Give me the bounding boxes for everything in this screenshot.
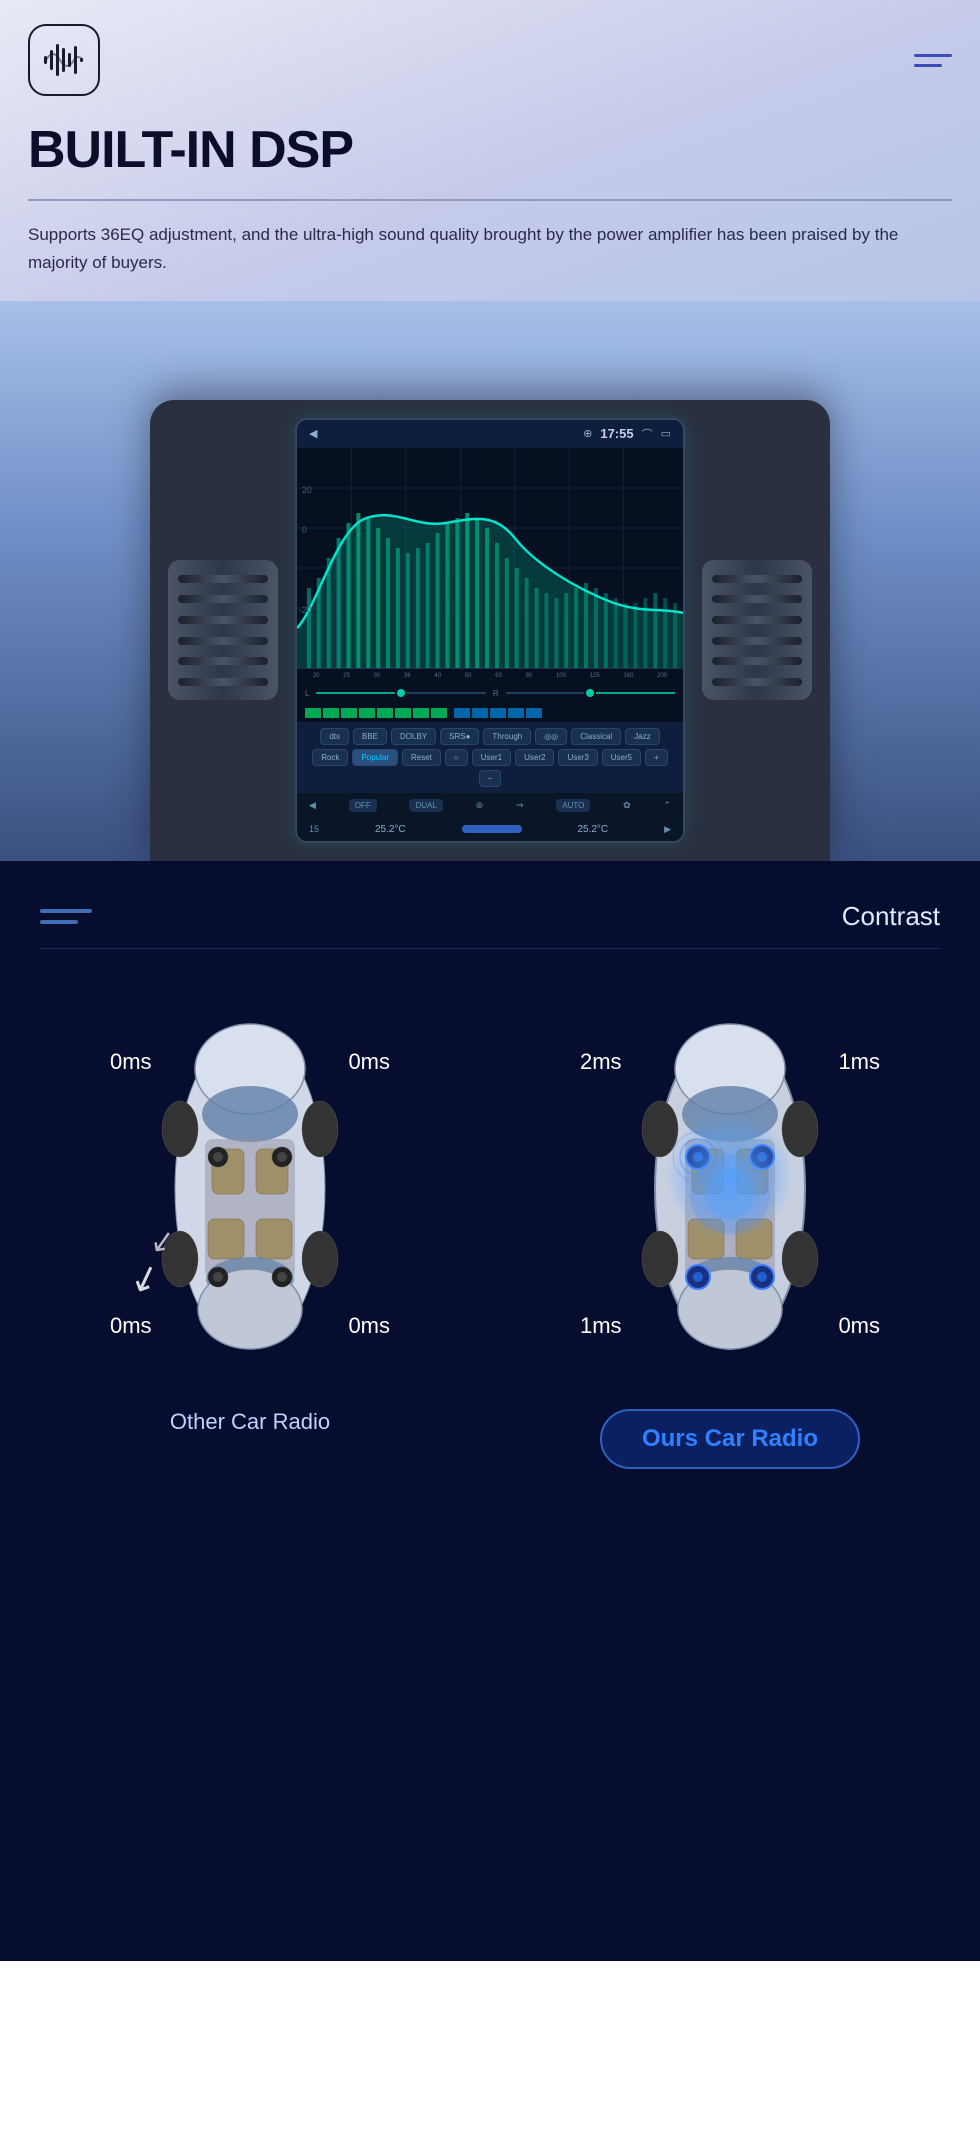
vent-slot [712, 616, 802, 624]
screen-time: 17:55 [600, 426, 633, 441]
right-vent [702, 560, 812, 700]
contrast-label: Contrast [842, 901, 940, 932]
battery-icon: ▭ [661, 427, 671, 440]
dsp-btn-classical[interactable]: Classical [571, 728, 621, 745]
dsp-btn-user3[interactable]: User3 [558, 749, 597, 766]
our-car-radio-label: Ours Car Radio [600, 1409, 860, 1469]
our-car-column: 2ms 1ms 1ms 0ms [500, 989, 960, 1469]
page-subtitle: Supports 36EQ adjustment, and the ultra-… [28, 221, 952, 277]
contrast-line-long [40, 909, 92, 913]
other-car-column: 0ms 0ms 0ms 0ms ↙ ↙ [20, 989, 480, 1435]
dsp-btn-srs[interactable]: SRS● [440, 728, 479, 745]
eq-chart: 20 0 -20 [297, 448, 683, 668]
top-section: BUILT-IN DSP Supports 36EQ adjustment, a… [0, 0, 980, 861]
hamburger-menu-button[interactable] [914, 54, 952, 67]
svg-text:-20: -20 [299, 605, 312, 615]
contrast-icon-lines [40, 909, 92, 924]
our-timing-bottom-right: 0ms [838, 1313, 880, 1339]
ac-fan-icon: ⊛ [476, 800, 484, 811]
screen-header-bar: ◀ ⊕ 17:55 ⌒ ▭ [297, 420, 683, 448]
bluetooth-icon: ⊕ [583, 427, 592, 440]
title-divider [28, 199, 952, 201]
dsp-btn-dolby[interactable]: DOLBY [391, 728, 436, 745]
car-dashboard: ◀ ⊕ 17:55 ⌒ ▭ [150, 400, 830, 861]
car-comparison-section: 0ms 0ms 0ms 0ms ↙ ↙ [0, 989, 980, 1469]
dsp-btn-minus[interactable]: − [479, 770, 502, 787]
dsp-btn-onoff[interactable]: ○ [445, 749, 468, 766]
channel-sliders: L R [297, 683, 683, 704]
vent-slot [712, 595, 802, 603]
dsp-preset-buttons[interactable]: dts BBE DOLBY SRS● Through ◎◎ Classical … [297, 722, 683, 793]
back-icon: ◀ [309, 427, 317, 440]
bottom-section: Contrast 0ms 0ms 0ms 0ms ↙ ↙ [0, 861, 980, 1961]
other-timing-top-left: 0ms [110, 1049, 152, 1075]
dsp-screen[interactable]: ◀ ⊕ 17:55 ⌒ ▭ [295, 418, 685, 843]
dsp-btn-dts[interactable]: dts [320, 728, 349, 745]
dsp-btn-popular[interactable]: Popular [352, 749, 398, 766]
dsp-btn-through[interactable]: Through [483, 728, 531, 745]
vent-slot [178, 678, 268, 686]
other-timing-bottom-right: 0ms [348, 1313, 390, 1339]
page-title: BUILT-IN DSP [28, 122, 952, 179]
vent-slot [178, 595, 268, 603]
dsp-btn-reset[interactable]: Reset [402, 749, 441, 766]
ac-auto-btn[interactable]: AUTO [556, 799, 590, 812]
dsp-btn-add[interactable]: + [645, 749, 668, 766]
other-car-svg [150, 1009, 350, 1369]
contrast-header: Contrast [0, 901, 980, 932]
our-car-diagram: 2ms 1ms 1ms 0ms [590, 989, 870, 1389]
ac-mode-icon: ✿ [623, 800, 631, 811]
other-timing-top-right: 0ms [348, 1049, 390, 1075]
eq-freq-labels: 20 25 30 36 40 50 63 80 100 125 160 200 [297, 668, 683, 683]
other-timing-bottom-left: 0ms [110, 1313, 152, 1339]
dsp-btn-jazz[interactable]: Jazz [625, 728, 659, 745]
eq-curve-svg: 20 0 -20 [297, 448, 683, 668]
title-area: BUILT-IN DSP Supports 36EQ adjustment, a… [0, 112, 980, 277]
vent-slot [712, 637, 802, 645]
sound-logo-icon [42, 38, 86, 82]
ac-direction-icon: ⇒ [516, 800, 524, 811]
contrast-line-short [40, 920, 78, 924]
signal-icon: ⌒ [642, 426, 653, 442]
svg-text:20: 20 [302, 485, 312, 495]
vent-slot [178, 616, 268, 624]
vent-slot [178, 637, 268, 645]
ac-temp-left: 25.2°C [375, 824, 406, 835]
other-car-diagram: 0ms 0ms 0ms 0ms ↙ ↙ [110, 989, 390, 1389]
dsp-btn-user1[interactable]: User1 [472, 749, 511, 766]
dsp-btn-vol[interactable]: ◎◎ [535, 728, 567, 745]
our-timing-bottom-left: 1ms [580, 1313, 622, 1339]
vent-slot [178, 575, 268, 583]
dsp-screen-container: ◀ ⊕ 17:55 ⌒ ▭ [0, 301, 980, 861]
vent-slot [712, 575, 802, 583]
dash-vent-row: ◀ ⊕ 17:55 ⌒ ▭ [168, 418, 812, 843]
contrast-divider [40, 948, 940, 949]
our-timing-top-left: 2ms [580, 1049, 622, 1075]
ac-chevron-icon: ⌃ [663, 800, 671, 811]
dsp-btn-rock[interactable]: Rock [312, 749, 348, 766]
our-car-svg [630, 1009, 830, 1369]
dsp-btn-user2[interactable]: User2 [515, 749, 554, 766]
ac-control-bar: ◀ OFF DUAL ⊛ ⇒ AUTO ✿ ⌃ [297, 793, 683, 818]
svg-text:0: 0 [302, 525, 307, 535]
ac-dual-btn[interactable]: DUAL [409, 799, 442, 812]
ac-left-arrow: ◀ [309, 800, 316, 811]
dsp-btn-bbe[interactable]: BBE [353, 728, 387, 745]
ac-temp-bar: 15 25.2°C 25.2°C ▶ [297, 818, 683, 841]
ac-num-left: 15 [309, 824, 319, 834]
vent-slot [712, 657, 802, 665]
left-vent [168, 560, 278, 700]
other-car-radio-label: Other Car Radio [170, 1409, 330, 1435]
our-timing-top-right: 1ms [838, 1049, 880, 1075]
ac-right-arrow: ▶ [664, 824, 671, 835]
vent-slot [178, 657, 268, 665]
ac-temp-right: 25.2°C [577, 824, 608, 835]
ac-off-btn[interactable]: OFF [349, 799, 377, 812]
dsp-btn-user5[interactable]: User5 [602, 749, 641, 766]
page-header [0, 0, 980, 112]
vent-slot [712, 678, 802, 686]
eq-channel-blocks [297, 704, 683, 722]
logo-box [28, 24, 100, 96]
